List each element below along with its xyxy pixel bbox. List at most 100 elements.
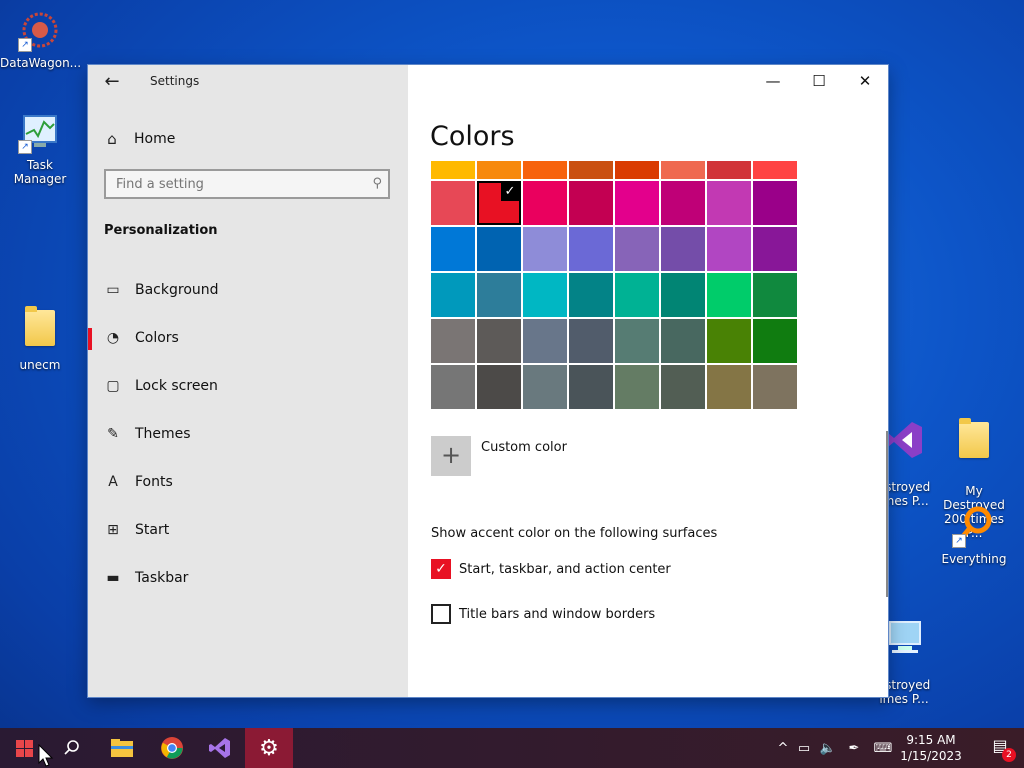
- color-swatch[interactable]: [523, 365, 567, 409]
- checkbox-unchecked[interactable]: [431, 604, 451, 624]
- color-swatch[interactable]: [707, 227, 751, 271]
- desktop-icon-label: unecm: [19, 358, 61, 372]
- color-swatch[interactable]: [523, 319, 567, 363]
- scrollbar[interactable]: [886, 431, 888, 597]
- color-swatch[interactable]: [615, 181, 659, 225]
- computer-icon: [889, 621, 921, 653]
- color-swatch[interactable]: [615, 319, 659, 363]
- sidebar-item-fonts[interactable]: A Fonts: [88, 460, 408, 504]
- color-swatch[interactable]: [477, 273, 521, 317]
- settings-taskbar-button[interactable]: ⚙: [245, 728, 293, 768]
- sidebar-item-colors[interactable]: ◔ Colors: [88, 316, 408, 360]
- sidebar-item-background[interactable]: ▭ Background: [88, 268, 408, 312]
- color-swatch[interactable]: [569, 161, 613, 179]
- color-swatch[interactable]: [707, 365, 751, 409]
- taskbar-icon: ▬: [106, 570, 120, 586]
- checkbox-title-bars[interactable]: Title bars and window borders: [431, 604, 655, 624]
- desktop-icon-task-manager[interactable]: ↗ Task Manager: [0, 110, 80, 186]
- color-swatch[interactable]: [707, 161, 751, 179]
- volume-icon[interactable]: 🔈: [816, 741, 840, 756]
- color-swatch-selected[interactable]: ✓: [477, 181, 521, 225]
- color-swatch[interactable]: [753, 227, 797, 271]
- color-swatch[interactable]: [661, 181, 705, 225]
- settings-content-pane: — ☐ ✕ Colors ✓ + Custom color Show accen…: [408, 65, 888, 697]
- close-button[interactable]: ✕: [842, 65, 888, 97]
- color-swatch[interactable]: [615, 273, 659, 317]
- color-swatch[interactable]: [661, 365, 705, 409]
- find-setting-search: ⚲: [104, 169, 390, 199]
- sidebar-item-label: Background: [135, 282, 219, 298]
- search-taskbar-button[interactable]: [48, 728, 96, 768]
- accent-color-palette: ✓: [431, 161, 799, 409]
- desktop-icon-unecm[interactable]: unecm: [0, 306, 80, 372]
- sidebar-item-lock-screen[interactable]: ▢ Lock screen: [88, 364, 408, 408]
- chevron-up-icon[interactable]: ^: [774, 741, 792, 756]
- color-swatch[interactable]: [615, 227, 659, 271]
- nav-home[interactable]: ⌂ Home: [104, 127, 175, 151]
- desktop-icon-label: DataWagon...: [0, 56, 82, 70]
- color-swatch[interactable]: [431, 227, 475, 271]
- desktop-icon-everything[interactable]: ↗ Everything: [934, 504, 1014, 566]
- keyboard-icon[interactable]: ⌨: [868, 741, 898, 756]
- color-swatch[interactable]: [523, 227, 567, 271]
- sidebar-item-start[interactable]: ⊞ Start: [88, 508, 408, 552]
- color-swatch[interactable]: [431, 365, 475, 409]
- custom-color-label: Custom color: [481, 440, 567, 455]
- color-swatch[interactable]: [661, 161, 705, 179]
- section-heading: Personalization: [104, 223, 218, 238]
- minimize-button[interactable]: —: [750, 65, 796, 97]
- search-icon[interactable]: ⚲: [372, 176, 382, 191]
- color-swatch[interactable]: [753, 181, 797, 225]
- palette-icon: ◔: [106, 330, 120, 346]
- color-swatch[interactable]: [753, 365, 797, 409]
- color-swatch[interactable]: [661, 227, 705, 271]
- color-swatch[interactable]: [431, 161, 475, 179]
- maximize-button[interactable]: ☐: [796, 65, 842, 97]
- pen-icon[interactable]: ✒: [840, 741, 868, 756]
- color-swatch[interactable]: [707, 273, 751, 317]
- sidebar-item-label: Taskbar: [135, 570, 189, 586]
- color-swatch[interactable]: [569, 319, 613, 363]
- color-swatch[interactable]: [431, 319, 475, 363]
- color-swatch[interactable]: [707, 181, 751, 225]
- color-swatch[interactable]: [753, 319, 797, 363]
- color-swatch[interactable]: [477, 365, 521, 409]
- color-swatch[interactable]: [431, 181, 475, 225]
- network-icon[interactable]: ▭: [792, 741, 816, 756]
- color-swatch[interactable]: [615, 365, 659, 409]
- color-swatch[interactable]: [661, 273, 705, 317]
- color-swatch[interactable]: [661, 319, 705, 363]
- windows-logo-icon: [15, 739, 33, 757]
- checkbox-checked[interactable]: ✓: [431, 559, 451, 579]
- sidebar-item-themes[interactable]: ✎ Themes: [88, 412, 408, 456]
- taskbar-clock[interactable]: 9:15 AM 1/15/2023: [896, 732, 966, 764]
- color-swatch[interactable]: [477, 227, 521, 271]
- file-explorer-button[interactable]: [98, 728, 146, 768]
- color-swatch[interactable]: [569, 227, 613, 271]
- file-explorer-icon: [111, 739, 133, 757]
- color-swatch[interactable]: [753, 161, 797, 179]
- desktop-icon-datawagon[interactable]: ↗ DataWagon...: [0, 8, 82, 70]
- custom-color-button[interactable]: + Custom color: [431, 436, 567, 476]
- color-swatch[interactable]: [707, 319, 751, 363]
- color-swatch[interactable]: [753, 273, 797, 317]
- back-arrow-icon[interactable]: ←: [102, 73, 122, 93]
- color-swatch[interactable]: [477, 319, 521, 363]
- color-swatch[interactable]: [569, 365, 613, 409]
- action-center-button[interactable]: ▤ 2: [988, 736, 1016, 762]
- color-swatch[interactable]: [615, 161, 659, 179]
- color-swatch[interactable]: [569, 273, 613, 317]
- sidebar-item-label: Lock screen: [135, 378, 218, 394]
- color-swatch[interactable]: [569, 181, 613, 225]
- sidebar-item-taskbar[interactable]: ▬ Taskbar: [88, 556, 408, 600]
- palette-grid: ✓: [431, 181, 799, 409]
- checkbox-start-taskbar[interactable]: ✓ Start, taskbar, and action center: [431, 559, 671, 579]
- color-swatch[interactable]: [523, 273, 567, 317]
- search-input[interactable]: [106, 171, 356, 197]
- visual-studio-button[interactable]: [196, 728, 244, 768]
- color-swatch[interactable]: [523, 181, 567, 225]
- color-swatch[interactable]: [431, 273, 475, 317]
- color-swatch[interactable]: [477, 161, 521, 179]
- color-swatch[interactable]: [523, 161, 567, 179]
- chrome-button[interactable]: [148, 728, 196, 768]
